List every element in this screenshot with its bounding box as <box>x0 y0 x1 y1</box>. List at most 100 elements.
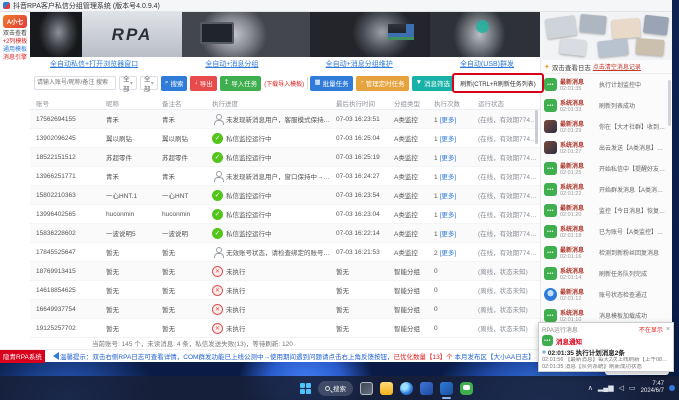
tray-clock[interactable]: 7:47 2024/6/7 <box>641 381 664 395</box>
table-row[interactable]: 13996402565 huconmin huconmin 私信监控运行中 07… <box>30 205 540 224</box>
progress-text: 未执行 <box>226 323 246 333</box>
message-item[interactable]: 系统消息 02:01:14 刷新任务队列完成 <box>541 263 672 284</box>
quick-link[interactable]: 全自动私信+打开浏览器窗口 <box>50 59 138 69</box>
cell-group: A类监控 <box>394 152 434 162</box>
message-text: 账号状态检查通过 <box>599 290 669 299</box>
table-row[interactable]: 13902096245 翼以刷钻· 翼以刷钻 私信监控运行中 07-03 16:… <box>30 129 540 148</box>
toast-headline: 02:01:35 执行计划消息2条 <box>548 347 625 357</box>
rail-item[interactable]: 通用模板 <box>0 46 30 54</box>
search-input[interactable] <box>34 76 116 90</box>
more-link[interactable]: [更多] <box>440 155 457 162</box>
edge-browser-icon[interactable] <box>400 382 413 395</box>
notification-bell-icon[interactable] <box>669 385 675 391</box>
start-button[interactable] <box>300 383 311 394</box>
quick-link[interactable]: 全自动+消息分组 <box>205 59 258 69</box>
table-row[interactable]: 17562694155 青禾 青禾 未发现新消息用户，客服模式保持中→等待下一轮… <box>30 110 540 129</box>
message-source-icon <box>544 120 557 133</box>
message-title: 最新消息 <box>560 77 596 86</box>
more-link[interactable]: [更多] <box>440 212 457 219</box>
table-row[interactable]: 19125257702 暂无 暂无 未执行 暂无 智能分组 0 (离线，状态未知… <box>30 319 540 338</box>
filter-message-button[interactable]: ▼ 消息筛选 <box>412 76 454 91</box>
select-value: 全部 <box>144 73 151 93</box>
message-item[interactable]: 最新消息 02:01:16 检测到新粉丝回复消息 <box>541 242 672 263</box>
cell-progress: 私信监控运行中 <box>212 152 336 163</box>
rail-logo[interactable]: A小七 <box>3 15 27 28</box>
message-timestamp: 02:01:16 <box>560 254 596 260</box>
table-row[interactable]: 18522151512 苏超零件 苏超零件 私信监控运行中 07-03 16:2… <box>30 148 540 167</box>
cell-progress: 未发现新消息用户，客服模式保持中→等待下一轮唤醒 <box>212 114 336 125</box>
file-explorer-icon[interactable] <box>380 382 393 395</box>
quick-link[interactable]: 全自动(USB)群发 <box>460 59 514 69</box>
rail-item[interactable]: +2列模板 <box>0 38 30 46</box>
more-link[interactable]: [更多] <box>440 117 457 124</box>
cell-nickname: 一波说明5 <box>106 228 162 238</box>
cell-account-id: 15802210363 <box>36 192 106 199</box>
message-text: 开始私信中【提醒好友】自动匹配5 <box>599 164 669 173</box>
filter-icon: ▼ <box>416 80 422 87</box>
toast-dismiss-link[interactable]: 不在显示 <box>639 325 663 334</box>
tray-expand-chevron[interactable]: ∧ <box>588 384 593 392</box>
quick-link[interactable]: 全自动+消息分组维护 <box>326 59 393 69</box>
batch-task-button[interactable]: ▦ 批量任务 <box>310 76 352 91</box>
message-item[interactable]: 系统消息 02:01:27 出云发送【A类消息】公开配对中 <box>541 137 672 158</box>
more-link[interactable]: [更多] <box>440 136 457 143</box>
table-row[interactable]: 13966251771 青禾 青禾 未发现新消息用户，窗口保持中→等待下一轮自动… <box>30 167 540 186</box>
message-item[interactable]: 最新消息 02:01:35 执行计划监控中 <box>541 74 672 95</box>
system-label: 隐青RPA系统 <box>0 350 45 363</box>
rail-item[interactable]: 消息引擎 <box>0 54 30 62</box>
progress-status-icon <box>212 285 223 296</box>
table-row[interactable]: 15802210363 一心HNT.1 一心HNT 私信监控运行中 07-03 … <box>30 186 540 205</box>
search-icon: ⌕ <box>165 80 169 87</box>
progress-text: 未执行 <box>226 304 246 314</box>
log-header-title: 双击查看日志 <box>552 62 591 72</box>
table-row[interactable]: 15836228602 一波说明5 一波说明 私信监控运行中 07-03 16:… <box>30 224 540 243</box>
cell-progress: 未发现新消息用户，窗口保持中→等待下一轮自动唤醒 <box>212 171 336 182</box>
clear-messages-link[interactable]: 点击清空消息记录 <box>593 62 641 71</box>
message-text: 你在【大才社群】收到好友申请 <box>599 122 669 131</box>
import-button[interactable]: ↥ 导入任务 <box>220 76 261 91</box>
table-row[interactable]: 18769913415 暂无 暂无 未执行 暂无 智能分组 0 (离线，状态未知… <box>30 262 540 281</box>
battery-icon[interactable]: ▭ <box>629 384 636 392</box>
more-link[interactable]: [更多] <box>440 174 457 181</box>
cell-group: 智能分组 <box>394 285 434 295</box>
table-row[interactable]: 14618854625 暂无 暂无 未执行 暂无 智能分组 0 (离线，状态未知… <box>30 281 540 300</box>
office-app-icon[interactable] <box>420 382 433 395</box>
cell-nickname: 一心HNT.1 <box>106 190 162 200</box>
more-link[interactable]: [更多] <box>440 250 457 257</box>
close-icon[interactable]: × <box>666 326 670 333</box>
message-item[interactable]: 系统消息 02:01:33 刷新列表成功 <box>541 95 672 116</box>
cell-last-time: 07-03 16:25:04 <box>336 135 394 142</box>
timer-task-button[interactable]: ◔ 管理定时任务 <box>356 76 409 91</box>
message-scrollbar[interactable] <box>668 80 671 126</box>
download-template-link[interactable]: (下载导入模板) <box>264 79 304 88</box>
task-view-button[interactable] <box>360 382 373 395</box>
message-item[interactable]: 最新消息 02:01:25 开始私信中【提醒好友】自动匹配5 <box>541 158 672 179</box>
rpa-app-taskbar-icon[interactable] <box>440 382 453 395</box>
progress-status-icon <box>212 114 223 125</box>
table-row[interactable]: 17845525647 暂无 暂无 无效账号状态，请检查绑定的账号是否正常 07… <box>30 243 540 262</box>
message-item[interactable]: 系统消息 02:01:18 已为账号【A类监控】补充更新 <box>541 221 672 242</box>
message-item[interactable]: 系统消息 02:01:22 开始群发消息【A类消息】发送完成 <box>541 179 672 200</box>
more-link[interactable]: [更多] <box>440 231 457 238</box>
table-scrollbar[interactable] <box>535 110 538 144</box>
message-item[interactable]: 最新消息 02:01:20 监控【今日消息】恢复登录成功 <box>541 200 672 221</box>
export-button[interactable]: ↓ 导出 <box>190 76 216 91</box>
volume-icon[interactable]: ◁ <box>619 384 624 392</box>
search-icon <box>325 386 330 391</box>
taskbar-search[interactable]: 搜索 <box>318 381 353 396</box>
more-link[interactable]: [更多] <box>440 193 457 200</box>
message-list: 最新消息 02:01:35 执行计划监控中 系统消息 02:01:33 刷新列表… <box>541 74 672 326</box>
message-timestamp: 02:01:33 <box>560 107 596 113</box>
message-item[interactable]: 最新消息 02:01:29 你在【大才社群】收到好友申请 <box>541 116 672 137</box>
network-icon[interactable]: ▂▄▆ <box>598 384 614 392</box>
wechat-icon[interactable] <box>460 382 473 395</box>
rail-item[interactable]: 双击查看 <box>0 30 30 38</box>
filter-select-1[interactable]: 全部 ▾ <box>119 76 137 90</box>
filter-select-2[interactable]: 全部 ▾ <box>140 76 158 90</box>
cell-account-id: 19125257702 <box>36 325 106 332</box>
taskbar-search-label: 搜索 <box>333 383 346 393</box>
search-button[interactable]: ⌕ 搜索 <box>161 76 188 91</box>
table-row[interactable]: 16649937754 暂无 暂无 未执行 暂无 智能分组 0 (离线，状态未知… <box>30 300 540 319</box>
cell-count: 1[更多] <box>434 114 478 124</box>
message-item[interactable]: 最新消息 02:01:12 账号状态检查通过 <box>541 284 672 305</box>
